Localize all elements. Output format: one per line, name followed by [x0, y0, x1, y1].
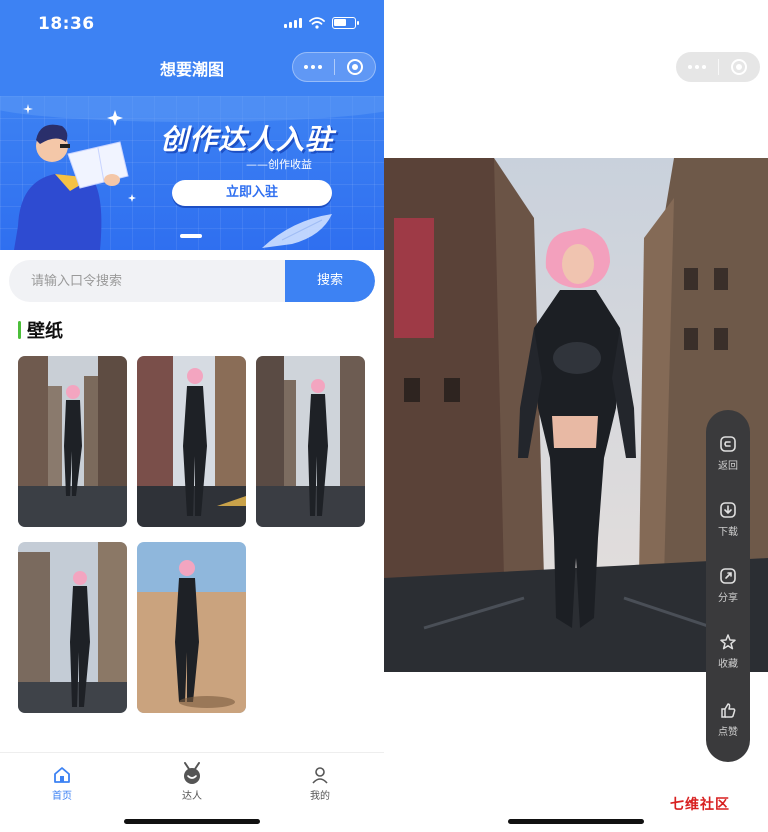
favorite-label: 收藏	[718, 659, 738, 670]
back-button[interactable]: 返回	[706, 434, 750, 472]
back-label: 返回	[718, 461, 738, 472]
battery-icon	[332, 17, 359, 29]
share-button[interactable]: 分享	[706, 566, 750, 604]
thumbs-up-icon	[721, 703, 736, 718]
status-time: 18:36	[38, 14, 95, 34]
share-label: 分享	[718, 593, 738, 604]
like-button[interactable]: 点赞	[706, 700, 750, 738]
close-miniprogram-icon[interactable]	[335, 58, 376, 76]
user-icon	[312, 767, 328, 784]
back-icon	[720, 436, 736, 452]
wallpaper-thumb-5[interactable]	[137, 542, 246, 713]
home-screen: 18:36 想要潮图 创作达人入驻 ——创作收益 立即入驻 请输入口令搜索 搜索…	[0, 0, 384, 832]
search-bar: 搜索	[9, 260, 375, 302]
share-icon	[720, 568, 736, 584]
favorite-button[interactable]: 收藏	[706, 632, 750, 670]
miniprogram-capsule-preview	[676, 52, 760, 82]
banner-subline: ——创作收益	[246, 158, 312, 171]
signal-icon	[284, 18, 302, 28]
section-title: 壁纸	[27, 321, 63, 342]
home-indicator	[124, 819, 260, 824]
join-now-button[interactable]: 立即入驻	[172, 180, 332, 206]
tab-bar: 首页 达人 我的	[0, 752, 384, 832]
close-miniprogram-icon[interactable]	[719, 58, 761, 76]
status-icons	[284, 17, 359, 29]
feather-decoration-icon	[262, 214, 332, 248]
miniprogram-capsule	[292, 52, 376, 82]
wallpaper-thumb-4[interactable]	[18, 542, 127, 713]
header: 18:36 想要潮图	[0, 0, 384, 96]
wallpaper-thumb-2[interactable]	[137, 356, 246, 527]
preview-screen: 返回 下载 分享 收藏 点赞	[384, 0, 768, 832]
wallpaper-thumb-1[interactable]	[18, 356, 127, 527]
home-icon	[54, 767, 70, 783]
badge-icon	[184, 762, 200, 784]
carousel-indicator	[180, 234, 202, 238]
tab-mine-label: 我的	[310, 791, 330, 802]
promo-banner[interactable]: 创作达人入驻 ——创作收益 立即入驻	[0, 96, 384, 250]
search-button[interactable]: 搜索	[285, 260, 375, 302]
home-indicator	[508, 819, 644, 824]
like-label: 点赞	[718, 727, 738, 738]
more-icon[interactable]	[293, 65, 334, 69]
tab-home[interactable]: 首页	[22, 759, 102, 802]
download-icon	[720, 502, 736, 518]
tab-mine[interactable]: 我的	[280, 759, 360, 802]
action-bar: 返回 下载 分享 收藏 点赞	[706, 410, 750, 762]
download-label: 下载	[718, 527, 738, 538]
wifi-icon	[309, 17, 325, 29]
section-accent-bar	[18, 321, 21, 339]
star-icon	[720, 634, 736, 650]
banner-headline: 创作达人入驻	[160, 123, 335, 156]
download-button[interactable]: 下载	[706, 500, 750, 538]
more-icon[interactable]	[676, 65, 718, 69]
tab-creators[interactable]: 达人	[152, 759, 232, 802]
section-header: 壁纸	[18, 317, 63, 343]
tab-home-label: 首页	[52, 791, 72, 802]
tab-creators-label: 达人	[182, 791, 202, 802]
wallpaper-thumb-3[interactable]	[256, 356, 365, 527]
watermark: 七维社区	[670, 797, 730, 813]
search-input[interactable]	[9, 260, 285, 302]
reader-illustration-icon	[14, 104, 136, 250]
